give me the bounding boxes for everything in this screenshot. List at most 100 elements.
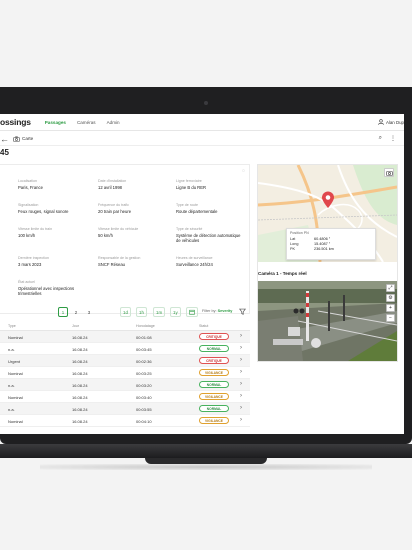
table-row[interactable]: Nominal 16.08.24 00:03:25 VIGILANCE ›: [0, 367, 250, 379]
field-label: Responsable de la gestion: [98, 256, 141, 260]
row-day: 16.08.24: [72, 395, 88, 400]
range-1d-button[interactable]: 1d: [120, 307, 131, 317]
column-status[interactable]: Statut: [199, 324, 208, 328]
filter-value[interactable]: Severity: [218, 309, 233, 313]
row-timestamp: 00:03:45: [136, 347, 152, 352]
settings-icon[interactable]: ⚙: [386, 294, 395, 302]
laptop-base: [0, 444, 412, 458]
nav-cameras[interactable]: Caméras: [77, 120, 96, 125]
field-train-speed: Vitesse limite du train 100 km/h: [18, 227, 88, 238]
field-value: Système de détection automatique de véhi…: [176, 233, 241, 243]
field-label: Vitesse limite du véhicule: [98, 227, 139, 231]
field-label: Vitesse limite du train: [18, 227, 53, 231]
tooltip-key: PK: [290, 247, 296, 251]
field-value: Ligne B du RER: [176, 185, 207, 190]
column-timestamp[interactable]: Horodatage: [136, 324, 155, 328]
status-badge: NORMAL: [199, 381, 229, 388]
row-day: 16.08.24: [72, 335, 88, 340]
back-arrow-icon[interactable]: ←: [0, 134, 9, 144]
table-row[interactable]: Nominal 16.08.24 00:01:08 CRITIQUE ›: [0, 331, 250, 343]
nav-passages[interactable]: Passages: [45, 120, 66, 125]
user-name: Alan Dup: [385, 119, 404, 125]
chevron-right-icon[interactable]: ›: [240, 369, 242, 375]
table-row[interactable]: n.a. 16.08.24 00:03:45 NORMAL ›: [0, 343, 250, 355]
more-options-icon[interactable]: ⋮: [390, 135, 396, 142]
app-screen: ossings Passages Caméras Admin Alan Dup …: [0, 114, 404, 434]
table-row[interactable]: Urgent 16.08.24 00:02:36 CRITIQUE ›: [0, 355, 250, 367]
field-value: Paris, France: [18, 185, 43, 190]
field-value: Opérationnel avec inspections trimestrie…: [18, 286, 75, 296]
zoom-out-icon[interactable]: −: [386, 314, 395, 322]
page-button-2[interactable]: 2: [71, 307, 81, 317]
events-table: Type Jour Horodatage Statut Nominal 16.08…: [0, 322, 250, 427]
zoom-in-icon[interactable]: +: [386, 304, 395, 312]
chevron-right-icon[interactable]: ›: [240, 417, 242, 423]
nav-admin[interactable]: Admin: [107, 120, 120, 125]
field-label: État actuel: [18, 280, 35, 284]
column-day[interactable]: Jour: [72, 324, 79, 328]
app-title: ossings: [0, 117, 31, 127]
chevron-right-icon[interactable]: ›: [240, 393, 242, 399]
row-type: Nominal: [8, 371, 23, 376]
field-install-date: Date d'installation 12 avril 1998: [98, 179, 168, 190]
camera-tools: ⤢ ⚙ + −: [386, 284, 395, 322]
field-value: 20 train par heure: [98, 209, 132, 214]
field-current-state: État actuel Opérationnel avec inspection…: [18, 280, 90, 296]
table-row[interactable]: n.a. 16.08.24 00:03:20 NORMAL ›: [0, 379, 250, 391]
map-panel: Position PN Lat 60.4806 ° Long 15.4087 °…: [257, 164, 398, 362]
chevron-right-icon[interactable]: ›: [240, 357, 242, 363]
field-value: Route départementale: [176, 209, 218, 214]
status-badge: CRITIQUE: [199, 357, 229, 364]
calendar-icon[interactable]: [186, 307, 198, 317]
webcam: [204, 101, 208, 105]
status-badge: VIGILANCE: [199, 369, 229, 376]
row-type: n.a.: [8, 407, 15, 412]
range-1m-button[interactable]: 1m: [153, 307, 166, 317]
row-timestamp: 00:03:25: [136, 371, 152, 376]
position-tooltip: Position PN Lat 60.4806 ° Long 15.4087 °…: [286, 228, 376, 260]
card-menu-icon[interactable]: ◌: [242, 168, 245, 174]
chevron-right-icon[interactable]: ›: [240, 381, 242, 387]
table-row[interactable]: Nominal 16.08.24 00:04:10 VIGILANCE ›: [0, 415, 250, 427]
table-row[interactable]: Nominal 16.08.24 00:03:40 VIGILANCE ›: [0, 391, 250, 403]
field-label: Type de sécurité: [176, 227, 203, 231]
chevron-right-icon[interactable]: ›: [240, 405, 242, 411]
row-timestamp: 00:03:55: [136, 407, 152, 412]
row-type: n.a.: [8, 383, 15, 388]
field-label: Dernière inspection: [18, 256, 49, 260]
filter-icon[interactable]: [239, 308, 246, 315]
range-1h-button[interactable]: 1h: [136, 307, 147, 317]
field-label: Fréquence du trafic: [98, 203, 129, 207]
map-view[interactable]: Position PN Lat 60.4806 ° Long 15.4087 °…: [258, 165, 397, 262]
search-icon[interactable]: ⌕: [379, 135, 382, 142]
toolbar: ← Carte ⌕ ⋮: [0, 132, 404, 146]
location-pin-icon[interactable]: [321, 191, 335, 209]
row-type: Urgent: [8, 359, 21, 364]
user-menu[interactable]: Alan Dup: [378, 119, 404, 125]
camera-icon: [385, 170, 393, 176]
chevron-right-icon[interactable]: ›: [240, 333, 242, 339]
field-location: Localisation Paris, France: [18, 179, 88, 190]
table-toolbar: 1 2 3 1d 1h 1m 1y Filter by: Severity: [0, 307, 250, 321]
page-button-3[interactable]: 3: [84, 307, 94, 317]
field-label: Localisation: [18, 179, 37, 183]
snapshot-button[interactable]: [384, 168, 394, 177]
tooltip-row-pk: PK 236.501 km: [290, 247, 372, 252]
range-1y-button[interactable]: 1y: [170, 307, 181, 317]
table-row[interactable]: n.a. 16.08.24 00:03:55 NORMAL ›: [0, 403, 250, 415]
field-label: Type de route: [176, 203, 198, 207]
table-header: Type Jour Horodatage Statut: [0, 322, 250, 331]
column-type[interactable]: Type: [8, 324, 16, 328]
page-button-1[interactable]: 1: [58, 307, 68, 317]
row-type: Nominal: [8, 419, 23, 424]
camera-feed-image: [258, 281, 397, 361]
fullscreen-icon[interactable]: ⤢: [386, 284, 395, 292]
row-type: Nominal: [8, 335, 23, 340]
page-title: 45: [0, 148, 9, 157]
field-label: Ligne ferroviaire: [176, 179, 202, 183]
laptop-shadow: [40, 464, 372, 470]
camera-feed[interactable]: ⤢ ⚙ + −: [258, 281, 397, 361]
chevron-right-icon[interactable]: ›: [240, 345, 242, 351]
map-link[interactable]: Carte: [13, 136, 33, 142]
field-traffic: Fréquence du trafic 20 train par heure: [98, 203, 168, 214]
